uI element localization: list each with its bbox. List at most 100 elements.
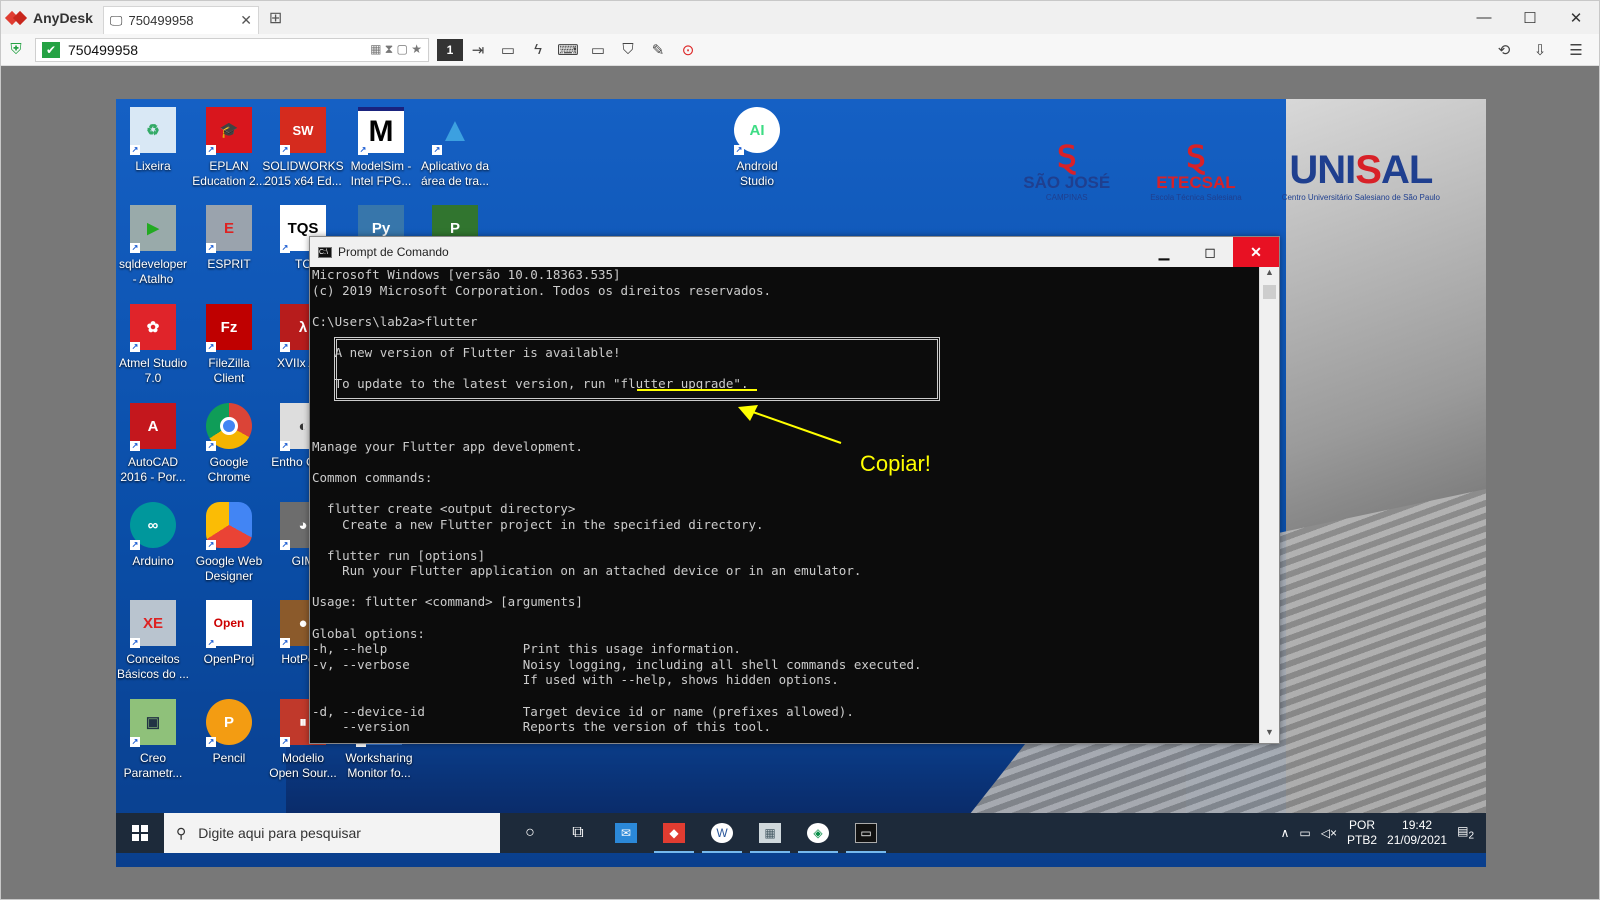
modelsim-icon: M — [358, 107, 404, 155]
scroll-down-icon[interactable]: ▼ — [1260, 727, 1279, 743]
unisal-logo: UNISAL Centro Universitário Salesiano de… — [1281, 148, 1440, 202]
close-button[interactable]: ✕ — [1553, 9, 1599, 27]
windows-taskbar: ⚲ Digite aqui para pesquisar ○ ⧉ ✉ ◆ W ▦… — [116, 813, 1486, 853]
permissions-icon[interactable]: ⛉ — [613, 39, 643, 61]
update-notice-box — [334, 337, 940, 401]
explorer-app[interactable]: ▦ — [746, 813, 794, 853]
volume-icon[interactable]: ◁× — [1321, 826, 1337, 840]
record-icon[interactable]: ⊙ — [673, 39, 703, 61]
android-studio-icon: AI — [734, 107, 780, 155]
solidworks-icon: SW — [280, 107, 326, 155]
desktop-icon-autocad[interactable]: A AutoCAD 2016 - Por... — [116, 403, 190, 485]
annotation-arrow — [738, 405, 842, 444]
anydesk-titlebar: AnyDesk 🖵 750499958 ✕ ⊞ — ☐ ✕ — [1, 1, 1599, 34]
word-icon: W — [711, 823, 733, 843]
oracle-xe-icon: XE — [130, 600, 176, 648]
notifications-icon[interactable]: ▤2 — [1457, 824, 1474, 841]
etecsal-logo: Ȿ ETECSAL Escola Técnica Salesiana — [1150, 141, 1242, 203]
minimize-button[interactable]: — — [1461, 9, 1507, 27]
history-icon[interactable]: ⟲ — [1489, 39, 1519, 61]
toolbar-right: ⟲ ⇩ ☰ — [1489, 39, 1591, 61]
desktop-icon-chrome[interactable]: Google Chrome — [192, 403, 266, 485]
language-indicator[interactable]: POR PTB2 — [1347, 818, 1377, 848]
desktop-icon-solidworks[interactable]: SW SOLIDWORKS 2015 x64 Ed... — [262, 107, 344, 189]
address-bar[interactable]: ✔ 750499958 ▦ ⧗ ▢ ★ — [35, 37, 429, 62]
maximize-button[interactable]: ☐ — [1507, 9, 1553, 27]
window-controls: — ☐ ✕ — [1461, 9, 1599, 27]
menu-icon[interactable]: ☰ — [1561, 39, 1591, 61]
desktop-icon-esprit[interactable]: E ESPRIT — [192, 205, 266, 272]
word-app[interactable]: W — [698, 813, 746, 853]
desktop-icon-atmel[interactable]: ✿ Atmel Studio 7.0 — [116, 304, 190, 386]
system-tray: ∧ ▭ ◁× POR PTB2 19:42 21/09/2021 ▤2 — [1281, 818, 1486, 848]
app-green[interactable]: ◈ — [794, 813, 842, 853]
explorer-icon: ▦ — [759, 823, 781, 843]
annotation-label: Copiar! — [860, 451, 931, 476]
desktop-icon-sqldeveloper[interactable]: ▶ sqldeveloper - Atalho — [116, 205, 190, 287]
anydesk-app[interactable]: ◆ — [650, 813, 698, 853]
desktop-icon-arduino[interactable]: ∞ Arduino — [116, 502, 190, 569]
anydesk-logo-icon — [7, 10, 27, 26]
address-input[interactable]: 750499958 — [68, 42, 362, 58]
desktop-icon-oracle-xe[interactable]: XE Conceitos Básicos do ... — [116, 600, 190, 682]
cmd-window-controls: ▁ ◻ ✕ — [1141, 237, 1279, 267]
desktop-icon-azure[interactable]: ▲ Aplicativo da área de tra... — [418, 107, 492, 189]
console-output[interactable]: Microsoft Windows [versão 10.0.18363.535… — [310, 267, 1259, 743]
anydesk-taskbar-icon: ◆ — [663, 823, 685, 843]
tab-title: 750499958 — [128, 13, 194, 28]
arduino-icon: ∞ — [130, 502, 176, 550]
cmd-icon: C:\ — [318, 246, 332, 258]
tray-chevron-icon[interactable]: ∧ — [1281, 826, 1290, 840]
mail-icon: ✉ — [615, 823, 637, 843]
filezilla-icon: Fz — [206, 304, 252, 352]
cortana-icon[interactable]: ○ — [506, 813, 554, 853]
actions-icon[interactable]: ϟ — [523, 39, 553, 61]
scroll-up-icon[interactable]: ▲ — [1260, 267, 1279, 283]
monitor-select-button[interactable]: 1 — [437, 38, 463, 61]
close-tab-icon[interactable]: ✕ — [240, 12, 252, 29]
desktop-icon-filezilla[interactable]: Fz FileZilla Client — [192, 304, 266, 386]
desktop-icon-modelsim[interactable]: M ModelSim - Intel FPG... — [344, 107, 418, 189]
scroll-thumb[interactable] — [1263, 285, 1276, 299]
session-tab[interactable]: 🖵 750499958 ✕ — [102, 6, 259, 34]
desktop-icon-pencil[interactable]: P Pencil — [192, 699, 266, 766]
cmd-close-button[interactable]: ✕ — [1233, 237, 1279, 267]
file-manager-icon[interactable]: ⇩ — [1525, 39, 1555, 61]
transfer-icon[interactable]: ⇥ — [463, 39, 493, 61]
remote-desktop[interactable]: Ȿ SÃO JOSÉ CAMPINAS Ȿ ETECSAL Escola Téc… — [116, 99, 1486, 867]
cmd-titlebar[interactable]: C:\ Prompt de Comando ▁ ◻ ✕ — [310, 237, 1279, 267]
cmd-app[interactable]: ▭ — [842, 813, 890, 853]
clock[interactable]: 19:42 21/09/2021 — [1387, 818, 1447, 848]
address-actions-icons[interactable]: ▦ ⧗ ▢ ★ — [370, 42, 422, 57]
cmd-minimize-button[interactable]: ▁ — [1141, 237, 1187, 267]
cmd-maximize-button[interactable]: ◻ — [1187, 237, 1233, 267]
desktop-icon-web-designer[interactable]: Google Web Designer — [192, 502, 266, 584]
desktop-icon-openproj[interactable]: Open OpenProj — [192, 600, 266, 667]
mail-app[interactable]: ✉ — [602, 813, 650, 853]
web-designer-icon — [206, 502, 252, 550]
whiteboard-icon[interactable]: ✎ — [643, 39, 673, 61]
anydesk-logo: AnyDesk — [7, 10, 93, 26]
desktop-icon-android-studio[interactable]: AI Android Studio — [720, 107, 794, 189]
desktop-icon-eplan[interactable]: 🎓 EPLAN Education 2... — [192, 107, 266, 189]
desktop-icon-creo[interactable]: ▣ Creo Parametr... — [116, 699, 190, 781]
esprit-icon: E — [206, 205, 252, 253]
display-icon[interactable]: ▭ — [583, 39, 613, 61]
sao-jose-logo: Ȿ SÃO JOSÉ CAMPINAS — [1023, 141, 1111, 203]
cmd-scrollbar[interactable]: ▲ ▼ — [1259, 267, 1279, 743]
network-icon[interactable]: ▭ — [1299, 826, 1310, 840]
command-prompt-window[interactable]: C:\ Prompt de Comando ▁ ◻ ✕ Microsoft Wi… — [309, 236, 1280, 744]
task-view-icon[interactable]: ⧉ — [554, 813, 602, 853]
desktop-icon-lixeira[interactable]: ♻ Lixeira — [116, 107, 190, 174]
chat-icon[interactable]: ▭ — [493, 39, 523, 61]
new-tab-icon[interactable]: ⊞ — [269, 8, 282, 28]
atmel-icon: ✿ — [130, 304, 176, 352]
anydesk-window: AnyDesk 🖵 750499958 ✕ ⊞ — ☐ ✕ ⛨ ✔ 750499… — [0, 0, 1600, 900]
anydesk-toolbar: ⛨ ✔ 750499958 ▦ ⧗ ▢ ★ 1 ⇥ ▭ ϟ ⌨ ▭ ⛉ ✎ ⊙ … — [1, 34, 1599, 66]
recycle-bin-icon: ♻ — [130, 107, 176, 155]
windows-logo-icon — [132, 825, 148, 841]
taskbar-search[interactable]: ⚲ Digite aqui para pesquisar — [164, 813, 500, 853]
start-button[interactable] — [116, 825, 164, 841]
connection-status-icon[interactable]: ⛨ — [1, 39, 31, 61]
keyboard-icon[interactable]: ⌨ — [553, 39, 583, 61]
